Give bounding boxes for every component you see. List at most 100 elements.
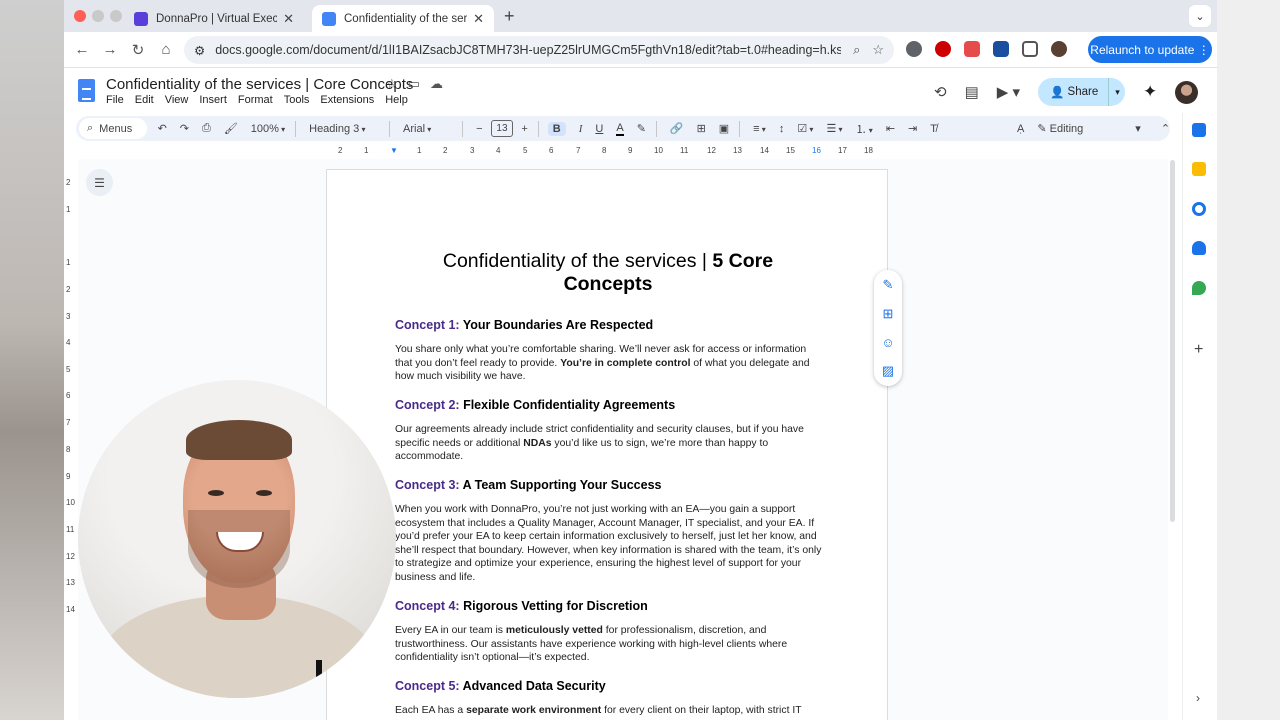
- clear-formatting-icon[interactable]: T̸: [930, 123, 937, 135]
- close-tab-icon[interactable]: ✕: [283, 11, 294, 27]
- suggest-edits-icon[interactable]: ▨: [882, 363, 894, 379]
- forward-arrow-icon[interactable]: →: [96, 41, 124, 58]
- insert-link-icon[interactable]: 🔗: [670, 122, 684, 135]
- underline-button[interactable]: U: [595, 123, 603, 135]
- concept-2-body: Our agreements already include strict co…: [395, 423, 825, 464]
- increase-indent-icon[interactable]: ⇥: [908, 122, 917, 135]
- address-bar[interactable]: ⚙ docs.google.com/document/d/1lI1BAIZsac…: [184, 36, 894, 64]
- insert-image-icon[interactable]: ▣: [719, 122, 729, 135]
- relaunch-button[interactable]: Relaunch to update ⋮: [1088, 36, 1212, 63]
- home-icon[interactable]: ⌂: [152, 41, 180, 58]
- document-page[interactable]: Confidentiality of the services | 5 Core…: [326, 169, 888, 720]
- extension-1-icon[interactable]: [906, 41, 922, 57]
- menu-help[interactable]: Help: [385, 94, 408, 106]
- tasks-icon[interactable]: [1192, 202, 1206, 216]
- tab-search-chevron-icon[interactable]: ⌄: [1189, 5, 1211, 27]
- undo-icon[interactable]: ↶: [158, 122, 167, 135]
- decrease-indent-icon[interactable]: ⇤: [886, 122, 895, 135]
- bookmark-star-icon[interactable]: ☆: [872, 42, 884, 58]
- search-menus-button[interactable]: ⌕ Menus: [79, 118, 147, 139]
- add-emoji-icon[interactable]: ☺: [881, 335, 894, 350]
- show-side-panel-chevron-icon[interactable]: ›: [1196, 691, 1200, 705]
- align-icon[interactable]: ≡: [753, 123, 766, 135]
- menu-insert[interactable]: Insert: [199, 94, 227, 106]
- gemini-sparkle-icon[interactable]: ✦: [1143, 82, 1157, 102]
- star-icon[interactable]: ☆: [386, 76, 398, 92]
- add-comment-icon[interactable]: ⊞: [697, 122, 706, 135]
- close-tab-icon[interactable]: ✕: [473, 11, 484, 27]
- scrollbar-thumb[interactable]: [1170, 160, 1175, 522]
- decrease-font-size-icon[interactable]: −: [476, 123, 482, 135]
- menu-view[interactable]: View: [165, 94, 189, 106]
- add-addon-icon[interactable]: +: [1194, 341, 1203, 359]
- horizontal-ruler[interactable]: 2 1 ▼ 1 2 3 4 5 6 7 8 9 10 11 12 13 14 1…: [326, 145, 886, 159]
- profile-avatar[interactable]: [1051, 41, 1067, 57]
- italic-button[interactable]: I: [579, 123, 583, 135]
- share-button[interactable]: 👤 Share ▾: [1038, 78, 1125, 106]
- reload-icon[interactable]: ↻: [124, 41, 152, 59]
- site-info-icon[interactable]: ⚙: [194, 43, 205, 58]
- font-size-input[interactable]: 13: [490, 120, 514, 137]
- docs-logo-icon[interactable]: [78, 79, 95, 102]
- menu-tools[interactable]: Tools: [284, 94, 310, 106]
- extensions-puzzle-icon[interactable]: [1022, 41, 1038, 57]
- extension-2-icon[interactable]: [935, 41, 951, 57]
- checklist-icon[interactable]: ☑: [797, 122, 813, 135]
- vertical-ruler[interactable]: 2 1 1 2 3 4 5 6 7 8 9 10 11 12 13 14: [64, 170, 78, 720]
- extension-4-icon[interactable]: [993, 41, 1009, 57]
- tab-confidentiality-doc[interactable]: Confidentiality of the services ✕: [312, 5, 494, 32]
- back-arrow-icon[interactable]: ←: [68, 41, 96, 58]
- people-icon: 👤: [1050, 87, 1065, 99]
- document-title[interactable]: Confidentiality of the services | Core C…: [106, 76, 413, 93]
- editing-mode-select[interactable]: ✎ Editing: [1037, 122, 1107, 135]
- close-window-button[interactable]: [74, 10, 86, 22]
- contacts-icon[interactable]: [1192, 241, 1206, 255]
- style-select[interactable]: Heading 3: [309, 123, 379, 135]
- redo-icon[interactable]: ↷: [180, 122, 189, 135]
- maximize-window-button[interactable]: [110, 10, 122, 22]
- bulleted-list-icon[interactable]: ☰: [826, 122, 842, 135]
- new-tab-icon[interactable]: +: [504, 6, 515, 27]
- document-outline-icon[interactable]: ☰: [86, 169, 113, 196]
- indent-marker-icon[interactable]: ▼: [390, 146, 398, 155]
- cloud-saved-icon[interactable]: ☁: [430, 76, 443, 92]
- version-history-icon[interactable]: ⟲: [934, 83, 947, 101]
- ruler-tick: 1: [66, 205, 71, 214]
- text-color-button[interactable]: A: [616, 122, 624, 136]
- menu-file[interactable]: File: [106, 94, 124, 106]
- collapse-menus-icon[interactable]: ⌃: [1161, 122, 1170, 135]
- calendar-icon[interactable]: [1192, 123, 1206, 137]
- ruler-tick: 15: [786, 146, 795, 155]
- extension-3-icon[interactable]: [964, 41, 980, 57]
- share-dropdown-chevron-icon[interactable]: ▾: [1108, 78, 1120, 106]
- meet-camera-icon[interactable]: ▶ ▾: [997, 83, 1020, 101]
- spellcheck-icon[interactable]: Ạ: [1017, 123, 1024, 135]
- menu-format[interactable]: Format: [238, 94, 273, 106]
- minimize-window-button[interactable]: [92, 10, 104, 22]
- concept-heading-text: Rigorous Vetting for Discretion: [459, 599, 648, 613]
- maps-icon[interactable]: [1192, 281, 1206, 295]
- print-icon[interactable]: ⎙: [202, 122, 211, 135]
- line-spacing-icon[interactable]: ↕: [779, 123, 785, 135]
- divider: [655, 120, 657, 137]
- menu-extensions[interactable]: Extensions: [320, 94, 374, 106]
- zoom-select[interactable]: 100%: [251, 123, 285, 135]
- highlight-color-icon[interactable]: ✎: [637, 122, 646, 135]
- increase-font-size-icon[interactable]: +: [521, 123, 527, 135]
- document-scrollbar[interactable]: [1168, 160, 1176, 525]
- numbered-list-icon[interactable]: ⒈: [856, 121, 873, 137]
- tab-donnapro[interactable]: DonnaPro | Virtual Executive ✕: [124, 5, 304, 32]
- account-avatar[interactable]: [1175, 80, 1199, 104]
- bold-button[interactable]: B: [547, 121, 566, 136]
- move-folder-icon[interactable]: ▭: [408, 76, 420, 92]
- keep-icon[interactable]: [1192, 162, 1206, 176]
- font-select[interactable]: Arial: [403, 123, 452, 135]
- zoom-icon[interactable]: ⌕: [853, 42, 860, 58]
- dropdown-chevron-icon[interactable]: ▾: [1135, 122, 1141, 135]
- comments-icon[interactable]: ▤: [965, 83, 979, 101]
- paint-format-icon[interactable]: 🖌: [224, 122, 238, 135]
- help-me-write-icon[interactable]: ✎: [883, 277, 894, 293]
- url-text[interactable]: docs.google.com/document/d/1lI1BAIZsacbJ…: [215, 43, 841, 57]
- add-comment-icon[interactable]: ⊞: [883, 306, 894, 322]
- menu-edit[interactable]: Edit: [135, 94, 154, 106]
